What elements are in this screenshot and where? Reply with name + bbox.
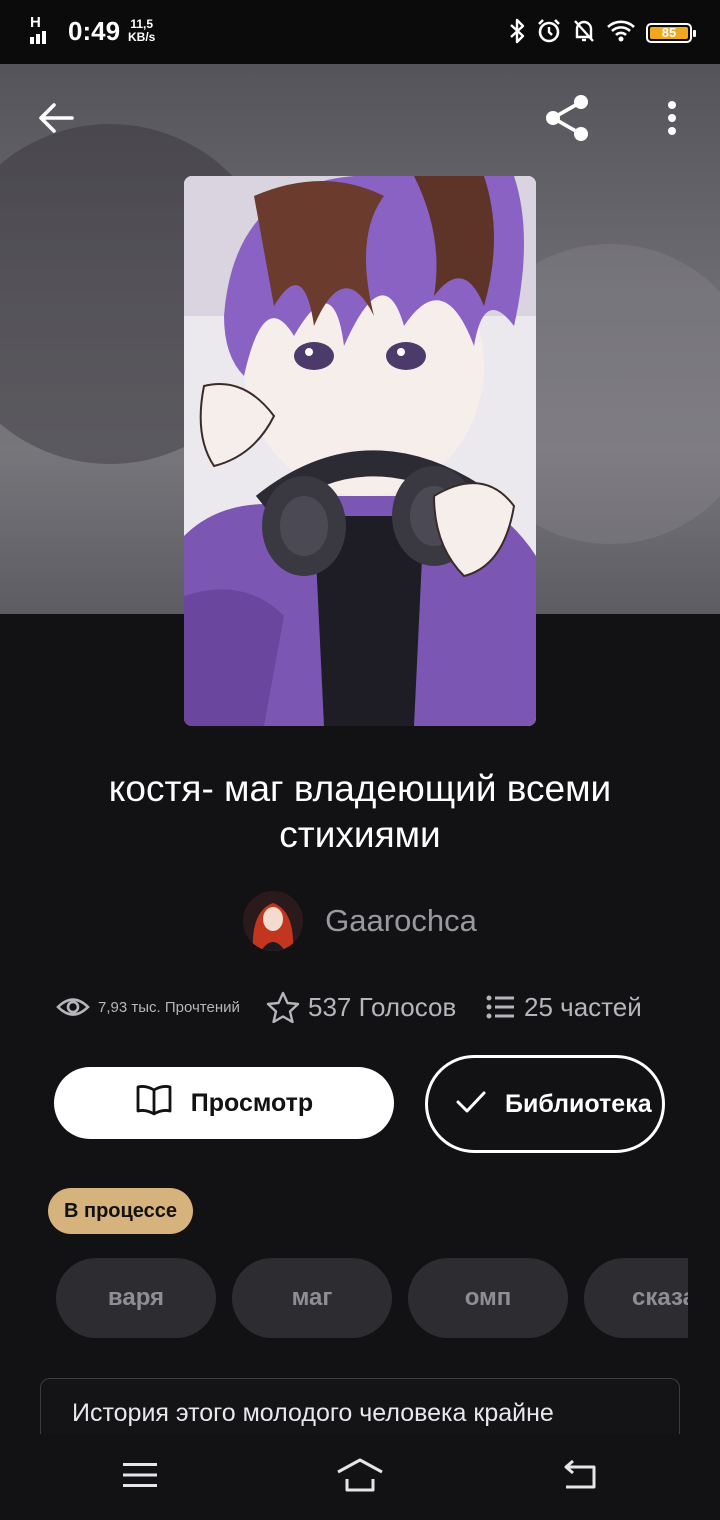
more-vertical-icon xyxy=(666,100,678,141)
check-icon xyxy=(455,1090,487,1119)
back-icon xyxy=(561,1459,599,1495)
network-speed: 11,5 KB/s xyxy=(128,18,155,44)
description-text: История этого молодого человека крайне xyxy=(72,1399,554,1427)
story-title: костя- маг владеющий всеми стихиями xyxy=(108,768,612,855)
tag-chip[interactable]: омп xyxy=(408,1258,568,1338)
tag-list: варя маг омп сказа xyxy=(56,1258,688,1338)
battery-tip xyxy=(693,30,696,37)
parts-stat: 25 частей xyxy=(486,992,666,1023)
battery-percent: 85 xyxy=(661,25,677,40)
star-icon xyxy=(266,991,300,1023)
author-avatar[interactable] xyxy=(243,891,304,951)
share-button[interactable] xyxy=(540,82,596,158)
arrow-left-icon xyxy=(38,102,74,139)
library-button-label: Библиотека xyxy=(505,1090,652,1118)
back-nav-button[interactable] xyxy=(550,1454,610,1500)
tag-chip[interactable]: сказа xyxy=(584,1258,688,1338)
alarm-icon xyxy=(536,18,562,49)
status-badge: В процессе xyxy=(48,1188,194,1234)
signal-bar xyxy=(36,34,40,44)
reads-stat: 7,93 тыс. Прочтений xyxy=(56,996,266,1018)
status-icons: 85 xyxy=(508,18,696,49)
dnd-off-icon xyxy=(572,18,596,49)
status-time: 0:49 xyxy=(68,16,121,46)
book-icon xyxy=(135,1084,173,1123)
bluetooth-icon xyxy=(508,18,526,49)
story-stats: 7,93 тыс. Прочтений 537 Голосов 25 часте… xyxy=(56,986,666,1028)
battery-icon: 85 xyxy=(646,23,696,43)
network-type: H xyxy=(30,14,41,31)
network-speed-unit: KB/s xyxy=(128,30,156,44)
library-button[interactable]: Библиотека xyxy=(425,1055,665,1153)
read-button[interactable]: Просмотр xyxy=(54,1067,394,1139)
system-nav-bar xyxy=(0,1434,720,1520)
share-icon xyxy=(543,93,593,148)
more-options-button[interactable] xyxy=(644,82,700,158)
tag-chip[interactable]: варя xyxy=(56,1258,216,1338)
network-indicator: H xyxy=(30,14,50,44)
read-button-label: Просмотр xyxy=(190,1088,314,1117)
story-cover-image[interactable] xyxy=(184,176,536,726)
tag-chip[interactable]: маг xyxy=(232,1258,392,1338)
menu-icon xyxy=(122,1461,158,1494)
list-icon xyxy=(486,995,516,1019)
recent-apps-button[interactable] xyxy=(110,1454,170,1500)
status-bar: H 0:49 11,5 KB/s 85 xyxy=(0,0,720,64)
votes-count: 537 Голосов xyxy=(308,991,457,1022)
parts-count: 25 частей xyxy=(524,991,642,1022)
author-link[interactable]: Gaarochca xyxy=(0,890,720,952)
reads-count: 7,93 тыс. Прочтений xyxy=(98,998,240,1016)
back-button[interactable] xyxy=(28,82,84,158)
wifi-icon xyxy=(606,19,636,48)
eye-icon xyxy=(56,996,90,1018)
home-icon xyxy=(335,1457,385,1498)
home-button[interactable] xyxy=(330,1454,390,1500)
signal-bar xyxy=(30,37,34,44)
votes-stat: 537 Голосов xyxy=(266,991,486,1023)
author-name[interactable]: Gaarochca xyxy=(325,903,477,939)
cover-illustration xyxy=(184,176,536,726)
signal-bar xyxy=(42,31,46,44)
